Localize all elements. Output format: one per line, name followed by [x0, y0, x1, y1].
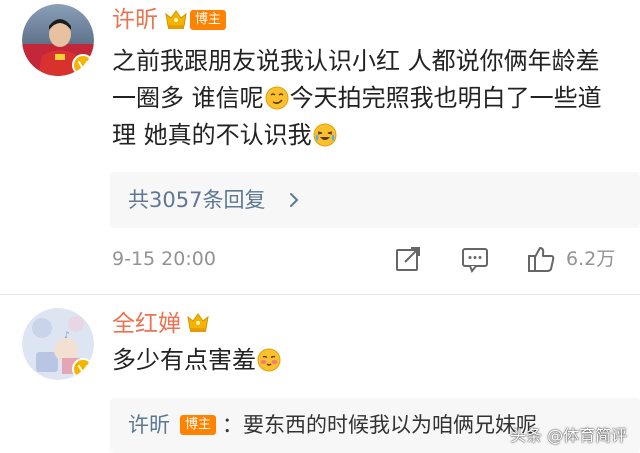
comment-text: 多少有点害羞 — [112, 342, 620, 379]
smirk-emoji — [265, 86, 289, 110]
comment-text-body: 多少有点害羞 — [112, 346, 256, 374]
shy-emoji — [257, 348, 281, 372]
watermark: 头条 @体育简评 — [510, 426, 628, 445]
sub-reply-author[interactable]: 许昕 — [128, 411, 170, 439]
author-badge: 博主 — [190, 10, 227, 30]
author-badge: 博主 — [180, 415, 217, 435]
comment-author[interactable]: 全红婵 — [112, 310, 181, 338]
sub-reply-text: ：要东西的时候我以为咱俩兄妹呢 — [222, 413, 537, 437]
verified-icon — [72, 358, 94, 380]
verified-icon — [72, 54, 94, 76]
comment-icon[interactable] — [460, 244, 490, 274]
comment-item: 许昕 博主 之前我跟朋友说我认识小红 人都说你俩年龄差一圈多 谁信呢 今天拍完照… — [0, 0, 640, 295]
laugh-cry-emoji — [313, 123, 337, 147]
avatar[interactable]: ♪ — [22, 308, 94, 380]
like-count: 6.2万 — [566, 248, 616, 270]
comment-author[interactable]: 许昕 — [112, 6, 158, 34]
avatar[interactable] — [22, 4, 94, 76]
view-replies-link[interactable]: 共3057条回复 — [128, 186, 265, 214]
chevron-right-icon — [290, 193, 299, 207]
svg-text:♪: ♪ — [64, 331, 70, 341]
crown-icon — [165, 10, 187, 29]
comment-text: 之前我跟朋友说我认识小红 人都说你俩年龄差一圈多 谁信呢 今天拍完照我也明白了一… — [112, 43, 620, 154]
like-icon[interactable] — [526, 244, 556, 274]
crown-icon — [187, 313, 209, 332]
share-icon[interactable] — [393, 244, 423, 274]
replies-box[interactable]: 共3057条回复 — [110, 172, 640, 228]
comment-timestamp: 9-15 20:00 — [112, 248, 216, 270]
divider — [0, 294, 640, 295]
